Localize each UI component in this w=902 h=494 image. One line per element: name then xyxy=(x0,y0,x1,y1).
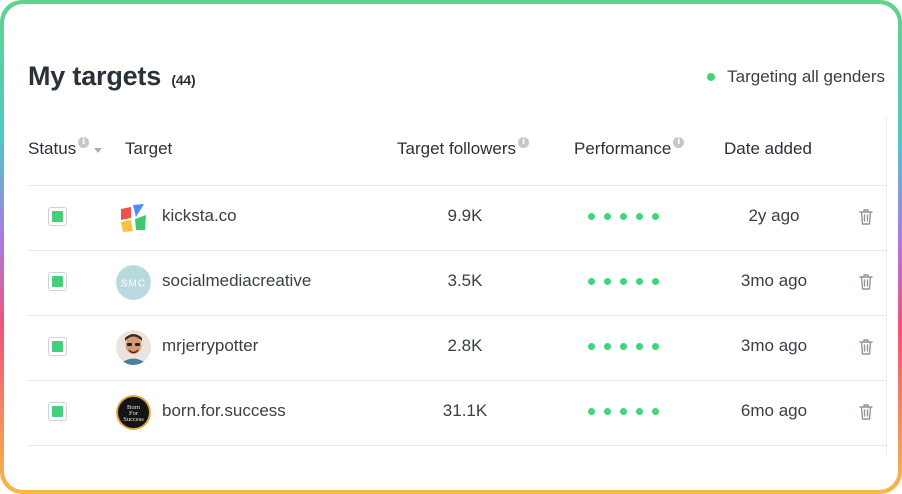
date-added: 3mo ago xyxy=(740,336,808,355)
performance-dots xyxy=(588,278,659,285)
column-date: Date added xyxy=(724,139,812,159)
target-name[interactable]: born.for.success xyxy=(162,401,286,421)
sort-caret-icon[interactable] xyxy=(94,148,103,153)
status-dot-icon xyxy=(707,73,716,81)
page-title: My targets (44) xyxy=(28,61,196,92)
avatar-initials: SMC xyxy=(121,279,146,290)
column-status-label: Status xyxy=(28,139,77,158)
avatar xyxy=(116,330,151,365)
target-name[interactable]: socialmediacreative xyxy=(162,271,311,291)
target-followers: 9.9K xyxy=(447,206,483,225)
trash-icon[interactable] xyxy=(858,273,874,291)
trash-icon[interactable] xyxy=(858,338,874,356)
avatar: Born For Success xyxy=(116,395,151,430)
performance-dots xyxy=(588,408,659,415)
column-status[interactable]: Status i xyxy=(28,137,103,159)
info-icon[interactable]: i xyxy=(518,137,530,148)
kicksta-logo xyxy=(116,200,151,235)
table-row[interactable]: mrjerrypotter 2.8K 3mo ago xyxy=(28,316,886,381)
column-date-label: Date added xyxy=(724,139,812,158)
status-checkbox[interactable] xyxy=(48,402,67,421)
column-target-label: Target xyxy=(125,139,173,158)
targets-table: Status i Target Target followers i Perfo… xyxy=(28,117,887,457)
checkbox-check xyxy=(52,341,63,352)
table-row[interactable]: kicksta.co 9.9K 2y ago xyxy=(28,186,886,251)
column-performance-label: Performance xyxy=(574,139,672,158)
target-name[interactable]: mrjerrypotter xyxy=(162,336,258,356)
gender-targeting[interactable]: Targeting all genders xyxy=(707,67,885,87)
column-target: Target xyxy=(125,139,172,159)
trash-icon[interactable] xyxy=(858,208,874,226)
gender-targeting-label: Targeting all genders xyxy=(727,67,885,86)
gradient-frame: My targets (44) Targeting all genders St… xyxy=(0,0,902,494)
checkbox-check xyxy=(52,406,63,417)
status-checkbox[interactable] xyxy=(48,272,67,291)
status-checkbox[interactable] xyxy=(48,207,67,226)
date-added: 2y ago xyxy=(748,206,800,225)
info-icon[interactable]: i xyxy=(673,137,685,148)
column-followers-label: Target followers xyxy=(397,139,517,158)
target-name[interactable]: kicksta.co xyxy=(162,206,237,226)
date-added: 6mo ago xyxy=(740,401,808,420)
performance-dots xyxy=(588,343,659,350)
column-performance: Performance i xyxy=(574,137,685,159)
targets-card: My targets (44) Targeting all genders St… xyxy=(4,4,898,490)
table-header: Status i Target Target followers i Perfo… xyxy=(28,117,886,186)
svg-text:Success: Success xyxy=(123,416,144,423)
target-followers: 3.5K xyxy=(447,271,483,290)
checkbox-check xyxy=(52,276,63,287)
targets-count: (44) xyxy=(171,72,196,88)
date-added: 3mo ago xyxy=(740,271,808,290)
page-title-text: My targets xyxy=(28,61,162,91)
target-followers: 2.8K xyxy=(447,336,483,355)
table-row[interactable]: Born For Success born.for.success 31.1K … xyxy=(28,381,886,446)
checkbox-check xyxy=(52,211,63,222)
column-followers: Target followers i xyxy=(397,137,530,159)
status-checkbox[interactable] xyxy=(48,337,67,356)
trash-icon[interactable] xyxy=(858,403,874,421)
performance-dots xyxy=(588,213,659,220)
target-followers: 31.1K xyxy=(442,401,488,420)
avatar: SMC xyxy=(116,265,151,300)
table-row[interactable]: SMC socialmediacreative 3.5K 3mo ago xyxy=(28,251,886,316)
info-icon[interactable]: i xyxy=(78,137,90,148)
